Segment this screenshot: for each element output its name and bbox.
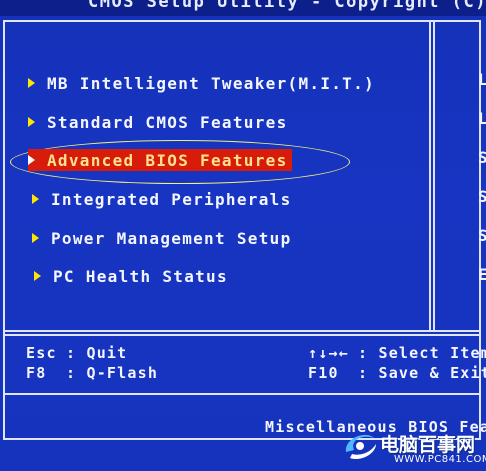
help-f8-key: F8 [26, 364, 47, 382]
swirl-logo-icon [345, 434, 376, 460]
menu-item-label: PC Health Status [53, 266, 228, 286]
help-f8-action: : Q-Flash [66, 364, 159, 382]
column-divider [429, 20, 431, 332]
right-menu-item[interactable]: S [478, 148, 486, 167]
help-nav-action: : Select Item [358, 344, 486, 362]
bios-screen: CMOS Setup Utility - Copyright (C) 19 MB… [0, 0, 486, 471]
watermark-name: 电脑百事网 [380, 434, 476, 456]
menu-item-label: MB Intelligent Tweaker(M.I.T.) [47, 73, 375, 93]
help-esc-key: Esc [26, 344, 57, 362]
arrow-right-icon [32, 194, 39, 204]
right-menu-item[interactable]: L [478, 70, 486, 89]
menu-item-advanced-bios[interactable]: Advanced BIOS Features [28, 149, 292, 171]
arrow-right-icon [28, 155, 35, 165]
watermark: 电脑百事网 WWW.PC841.COM [336, 420, 486, 471]
right-menu-item[interactable]: S [478, 226, 486, 245]
help-esc-action: : Quit [66, 344, 128, 362]
help-nav-keys: ↑↓→← [308, 344, 349, 362]
help-divider-top [3, 330, 481, 332]
menu-item-label: Standard CMOS Features [47, 112, 288, 132]
help-f10-action: : Save & Exit [358, 364, 486, 382]
right-menu-item[interactable]: L [478, 109, 486, 128]
menu-item-label: Power Management Setup [51, 228, 292, 248]
window-title: CMOS Setup Utility - Copyright (C) 19 [88, 0, 486, 12]
column-divider-inner [433, 20, 435, 332]
title-bar: CMOS Setup Utility - Copyright (C) 19 [0, 0, 486, 16]
help-f10-key: F10 [308, 364, 339, 382]
menu-item-pc-health[interactable]: PC Health Status [34, 265, 228, 287]
arrow-right-icon [32, 233, 39, 243]
menu-item-label: Integrated Peripherals [51, 189, 292, 209]
arrow-right-icon [28, 78, 35, 88]
help-divider-bottom [3, 393, 481, 395]
help-divider-mid [3, 334, 481, 336]
menu-item-integrated-peripherals[interactable]: Integrated Peripherals [32, 188, 292, 210]
right-menu-item[interactable]: S [478, 187, 486, 206]
arrow-right-icon [28, 117, 35, 127]
menu-item-standard-cmos[interactable]: Standard CMOS Features [28, 111, 288, 133]
menu-item-mit[interactable]: MB Intelligent Tweaker(M.I.T.) [28, 72, 375, 94]
right-menu-item[interactable]: E [478, 265, 486, 284]
menu-item-power-management[interactable]: Power Management Setup [32, 227, 292, 249]
menu-item-label: Advanced BIOS Features [47, 150, 288, 170]
arrow-right-icon [34, 271, 41, 281]
watermark-url: WWW.PC841.COM [394, 454, 486, 465]
